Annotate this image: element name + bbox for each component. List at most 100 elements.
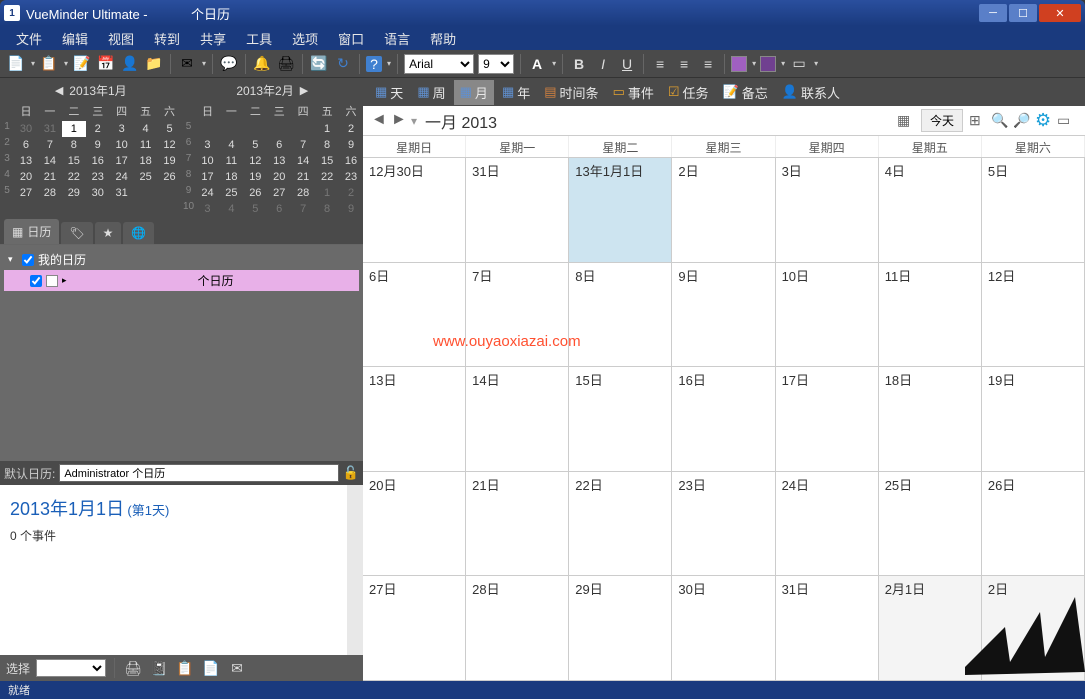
menu-窗口[interactable]: 窗口 [328,26,374,51]
minical-day[interactable]: 16 [339,153,363,169]
minical-day[interactable]: 24 [196,185,220,201]
minical-day[interactable]: 2 [86,121,110,137]
day-cell[interactable]: 6日 [363,263,466,367]
minical-day[interactable]: 8 [315,137,339,153]
print-selection-button[interactable]: 🖨 [123,658,143,678]
minical-day[interactable]: 7 [291,201,315,217]
minical-day[interactable] [158,185,182,201]
lock-icon[interactable]: 🔓 [343,465,359,481]
new-event-button[interactable]: 📄 [6,54,26,74]
minical-day[interactable]: 31 [38,121,62,137]
minical-day[interactable] [219,121,243,137]
minical-day[interactable]: 6 [14,137,38,153]
tab-web[interactable]: 🌐 [123,222,154,244]
minical-day[interactable]: 8 [62,137,86,153]
reminder-button[interactable]: 🔔 [252,54,272,74]
minical-day[interactable]: 9 [339,137,363,153]
day-cell[interactable]: 2日 [982,576,1085,680]
align-right-button[interactable]: ≡ [698,54,718,74]
day-cell[interactable]: 21日 [466,472,569,576]
day-cell[interactable]: 24日 [776,472,879,576]
minical-day[interactable]: 29 [62,185,86,201]
font-color-button[interactable]: A [527,54,547,74]
day-cell[interactable]: 28日 [466,576,569,680]
minical-day[interactable]: 27 [267,185,291,201]
minical-day[interactable]: 3 [196,201,220,217]
minical-day[interactable]: 5 [243,137,267,153]
tree-root-check[interactable] [22,254,34,266]
minical-day[interactable]: 1 [315,185,339,201]
email-button[interactable]: ✉ [177,54,197,74]
day-cell[interactable]: 13年1月1日 [569,158,672,262]
sync-button[interactable]: 🔄 [309,54,329,74]
day-cell[interactable]: 10日 [776,263,879,367]
view-week-button[interactable]: ▦周 [411,80,451,105]
minical-day[interactable]: 28 [291,185,315,201]
view-year-button[interactable]: ▦年 [496,80,536,105]
font-size-select[interactable]: 9 [478,54,514,74]
minical-next[interactable]: ▶ [300,84,308,97]
minical-prev[interactable]: ◀ [55,84,63,97]
new-note-button[interactable]: 📝 [72,54,92,74]
day-cell[interactable]: 20日 [363,472,466,576]
mail-button[interactable]: ✉ [227,658,247,678]
minical-day[interactable]: 27 [14,185,38,201]
day-cell[interactable]: 13日 [363,367,466,471]
default-calendar-input[interactable] [59,464,338,482]
refresh-button[interactable]: ↻ [333,54,353,74]
day-cell[interactable]: 5日 [982,158,1085,262]
paste-button[interactable]: 📄 [201,658,221,678]
menu-编辑[interactable]: 编辑 [52,26,98,51]
day-cell[interactable]: 22日 [569,472,672,576]
minical-day[interactable]: 14 [38,153,62,169]
minical-day[interactable]: 16 [86,153,110,169]
gear-icon[interactable]: ⚙ [1035,110,1053,131]
italic-button[interactable]: I [593,54,613,74]
minical-day[interactable]: 30 [86,185,110,201]
view-task-button[interactable]: ☑任务 [662,80,715,105]
day-cell[interactable]: 19日 [982,367,1085,471]
minical-day[interactable]: 23 [339,169,363,185]
today-button[interactable]: 今天 [921,109,963,132]
new-contact-button[interactable]: 👤 [120,54,140,74]
minical-day[interactable]: 7 [38,137,62,153]
copy-button[interactable]: 📋 [175,658,195,678]
tab-calendar[interactable]: ▦日历 [4,219,59,244]
minical-day[interactable]: 4 [219,201,243,217]
day-cell[interactable]: 26日 [982,472,1085,576]
minical-day[interactable]: 1 [62,121,86,137]
close-button[interactable]: ✕ [1039,4,1081,22]
border-button[interactable]: ▭ [789,54,809,74]
day-cell[interactable]: 2日 [672,158,775,262]
minical-day[interactable]: 22 [62,169,86,185]
minical-day[interactable]: 12 [158,137,182,153]
minical-day[interactable]: 15 [62,153,86,169]
menu-选项[interactable]: 选项 [282,26,328,51]
day-cell[interactable]: 9日 [672,263,775,367]
minical-day[interactable]: 17 [110,153,134,169]
minical-day[interactable]: 4 [134,121,158,137]
minical-day[interactable]: 26 [158,169,182,185]
day-cell[interactable]: 12月30日 [363,158,466,262]
day-cell[interactable]: 7日 [466,263,569,367]
selection-select[interactable] [36,659,106,677]
minical-day[interactable]: 17 [196,169,220,185]
minical-day[interactable]: 9 [339,201,363,217]
minical-day[interactable]: 6 [267,201,291,217]
minical-day[interactable]: 10 [196,153,220,169]
view-day-button[interactable]: ▦天 [369,80,409,105]
minical-day[interactable]: 4 [219,137,243,153]
speech-button[interactable]: 💬 [219,54,239,74]
align-left-button[interactable]: ≡ [650,54,670,74]
minical-day[interactable]: 11 [134,137,158,153]
day-cell[interactable]: 8日 [569,263,672,367]
day-cell[interactable]: 31日 [466,158,569,262]
minical-day[interactable]: 10 [110,137,134,153]
minical-day[interactable]: 3 [196,137,220,153]
menu-文件[interactable]: 文件 [6,26,52,51]
day-cell[interactable]: 25日 [879,472,982,576]
minical-day[interactable] [196,121,220,137]
overlay-button[interactable]: ⊞ [969,112,987,129]
minical-day[interactable]: 18 [219,169,243,185]
day-cell[interactable]: 12日 [982,263,1085,367]
